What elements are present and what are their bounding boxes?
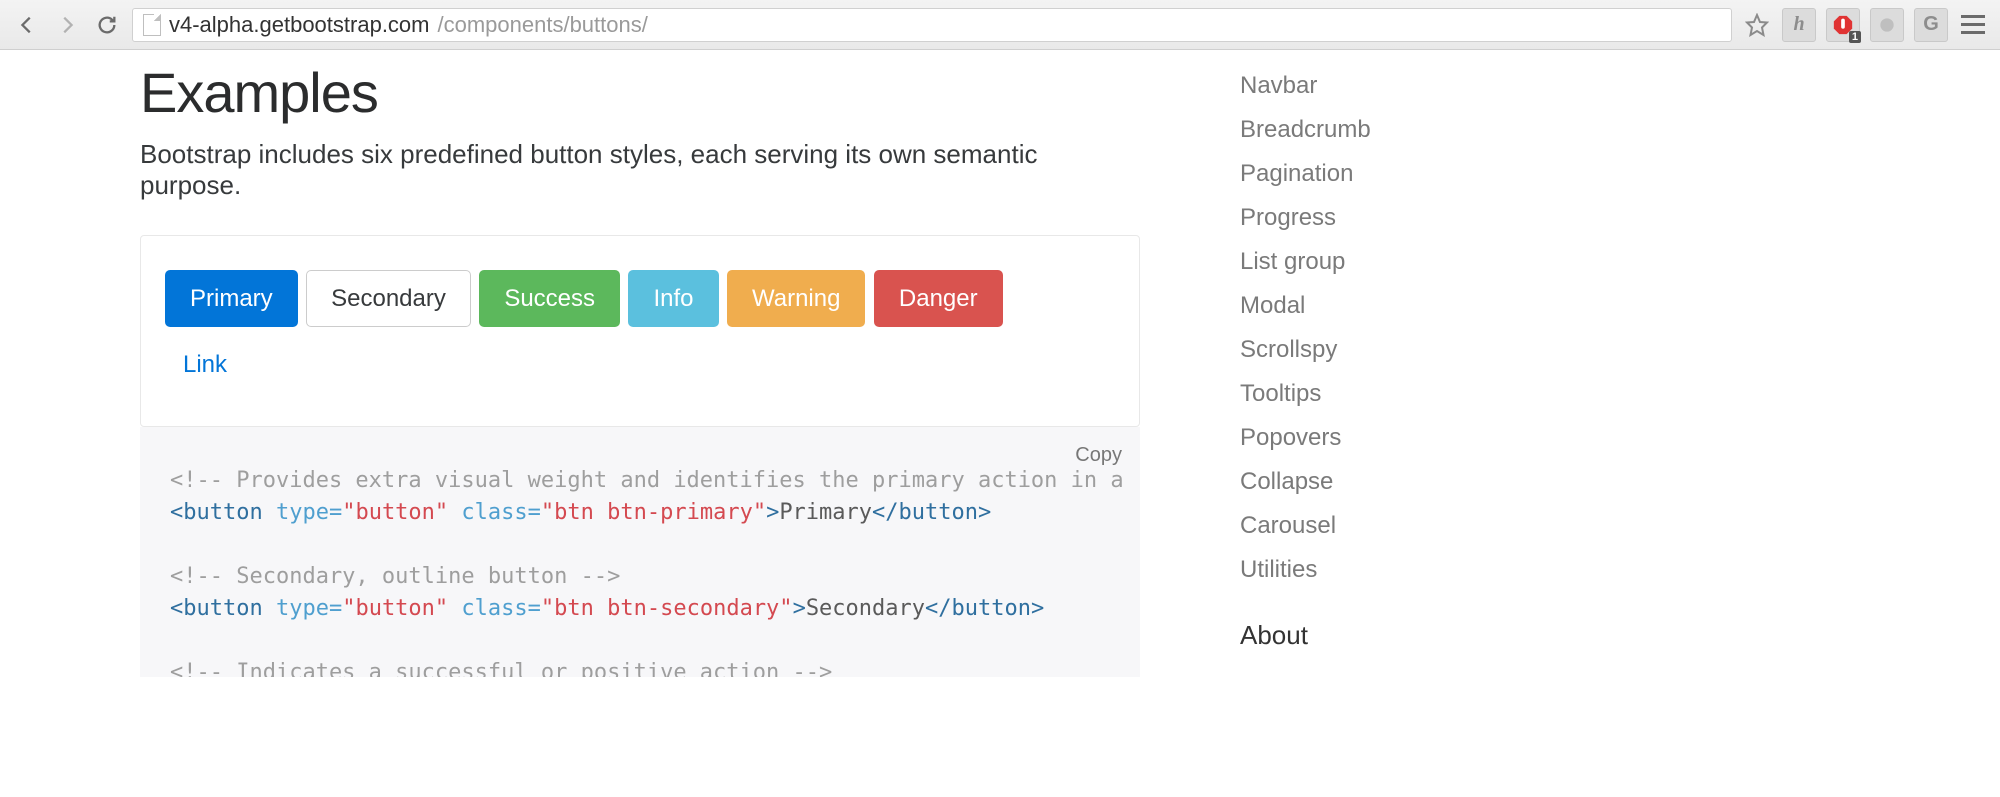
adblock-badge: 1 — [1849, 31, 1861, 43]
primary-button[interactable]: Primary — [165, 270, 298, 327]
url-path: /components/buttons/ — [438, 12, 648, 38]
sidebar-item-collapse[interactable]: Collapse — [1240, 460, 1500, 504]
code-block: Copy<!-- Provides extra visual weight an… — [140, 427, 1140, 677]
code-tag: <button — [170, 500, 263, 525]
code-tag: > — [793, 596, 806, 621]
extension-adblock[interactable]: 1 — [1826, 8, 1860, 42]
code-tag: </button> — [872, 500, 991, 525]
page-icon — [143, 14, 161, 36]
extension-circle[interactable] — [1870, 8, 1904, 42]
back-button[interactable] — [12, 10, 42, 40]
code-tag: <button — [170, 596, 263, 621]
sidebar-heading-about: About — [1240, 620, 1500, 651]
address-bar[interactable]: v4-alpha.getbootstrap.com/components/but… — [132, 8, 1732, 42]
code-attr: class= — [448, 596, 541, 621]
code-tag: </button> — [925, 596, 1044, 621]
copy-button[interactable]: Copy — [1075, 441, 1122, 470]
sidebar-item-pagination[interactable]: Pagination — [1240, 152, 1500, 196]
hamburger-icon — [1957, 9, 1989, 40]
sidebar-item-progress[interactable]: Progress — [1240, 196, 1500, 240]
code-string: "button" — [342, 500, 448, 525]
code-text: Secondary — [806, 596, 925, 621]
sidebar-item-modal[interactable]: Modal — [1240, 284, 1500, 328]
code-attr: type= — [263, 596, 342, 621]
danger-button[interactable]: Danger — [874, 270, 1003, 327]
page-heading: Examples — [140, 60, 1140, 125]
sidebar-item-list-group[interactable]: List group — [1240, 240, 1500, 284]
sidebar-item-carousel[interactable]: Carousel — [1240, 504, 1500, 548]
forward-button[interactable] — [52, 10, 82, 40]
extension-g[interactable]: G — [1914, 8, 1948, 42]
code-attr: class= — [448, 500, 541, 525]
code-attr: type= — [263, 500, 342, 525]
link-button[interactable]: Link — [165, 337, 251, 392]
button-example-box: Primary Secondary Success Info Warning D… — [140, 235, 1140, 427]
extension-honey[interactable]: h — [1782, 8, 1816, 42]
secondary-button[interactable]: Secondary — [306, 270, 471, 327]
code-string: "btn btn-secondary" — [541, 596, 793, 621]
code-string: "btn btn-primary" — [541, 500, 766, 525]
sidebar-item-breadcrumb[interactable]: Breadcrumb — [1240, 108, 1500, 152]
sidebar-item-popovers[interactable]: Popovers — [1240, 416, 1500, 460]
code-string: "button" — [342, 596, 448, 621]
code-tag: > — [766, 500, 779, 525]
info-button[interactable]: Info — [628, 270, 718, 327]
url-host: v4-alpha.getbootstrap.com — [169, 12, 430, 38]
code-comment: <!-- Secondary, outline button --> — [170, 564, 620, 589]
main-content: Examples Bootstrap includes six predefin… — [140, 60, 1140, 677]
warning-button[interactable]: Warning — [727, 270, 865, 327]
bookmark-star-icon[interactable] — [1742, 10, 1772, 40]
code-comment: <!-- Indicates a successful or positive … — [170, 660, 832, 678]
sidebar-nav: Navbar Breadcrumb Pagination Progress Li… — [1240, 60, 1500, 677]
code-comment: <!-- Provides extra visual weight and id… — [170, 468, 1124, 493]
lead-text: Bootstrap includes six predefined button… — [140, 139, 1140, 201]
success-button[interactable]: Success — [479, 270, 620, 327]
reload-button[interactable] — [92, 10, 122, 40]
code-text: Primary — [779, 500, 872, 525]
sidebar-item-scrollspy[interactable]: Scrollspy — [1240, 328, 1500, 372]
sidebar-item-navbar[interactable]: Navbar — [1240, 64, 1500, 108]
sidebar-item-utilities[interactable]: Utilities — [1240, 548, 1500, 592]
menu-button[interactable] — [1958, 10, 1988, 40]
browser-chrome: v4-alpha.getbootstrap.com/components/but… — [0, 0, 2000, 50]
sidebar-item-tooltips[interactable]: Tooltips — [1240, 372, 1500, 416]
